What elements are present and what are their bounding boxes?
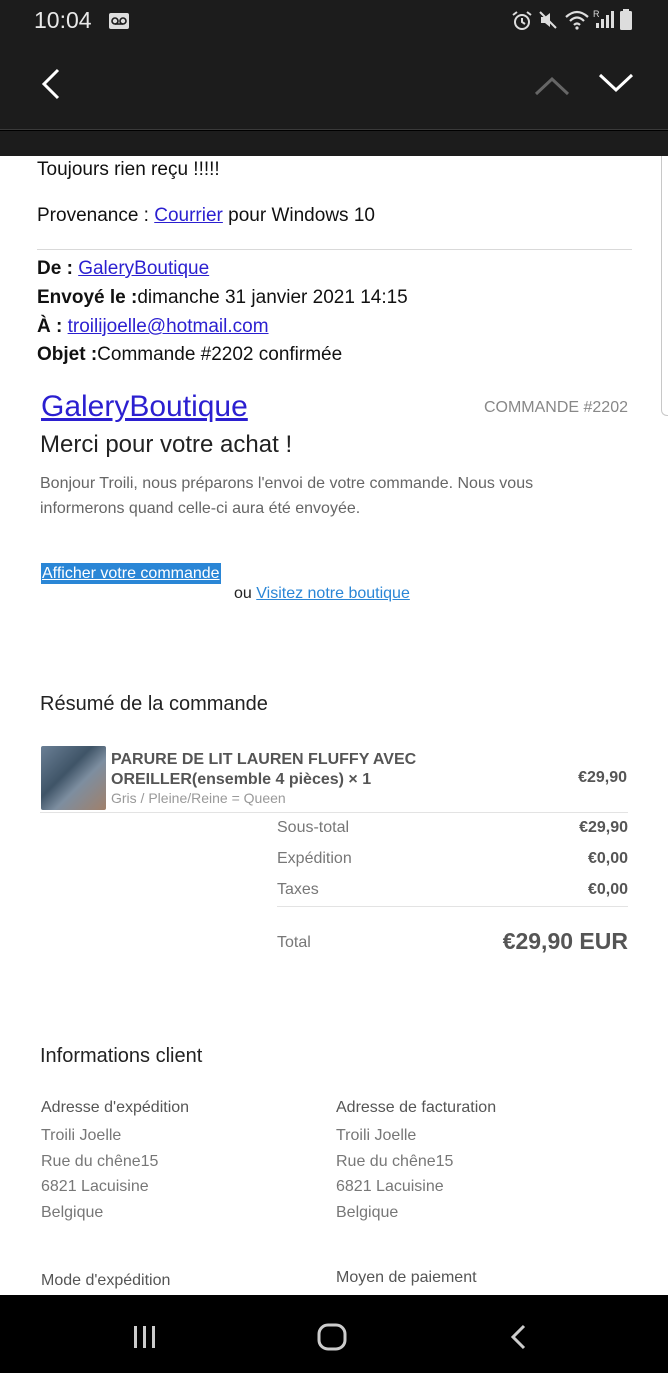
battery-icon (620, 9, 632, 30)
recents-icon[interactable] (132, 1324, 158, 1350)
visit-shop-link[interactable]: Visitez notre boutique (256, 585, 410, 602)
sent-value: dimanche 31 janvier 2021 14:15 (137, 287, 408, 308)
intro-text: Bonjour Troili, nous préparons l'envoi d… (40, 475, 534, 517)
billing-address-line: Troili Joelle (336, 1127, 417, 1144)
billing-address-line: 6821 Lacuisine (336, 1178, 444, 1195)
provenance-suffix: pour Windows 10 (222, 205, 375, 226)
billing-address-line: Rue du chêne15 (336, 1152, 454, 1170)
subject-line: Objet :Commande #2202 confirmée (37, 344, 342, 366)
voicemail-icon (109, 13, 129, 29)
status-time: 10:04 (34, 7, 92, 33)
mute-icon (539, 11, 557, 29)
scrollbar[interactable] (661, 156, 668, 416)
shipping-address-line: 6821 Lacuisine (41, 1178, 149, 1195)
email-content[interactable]: Toujours rien reçu !!!!! Provenance : Co… (0, 156, 668, 1295)
signal-icon: R (593, 9, 614, 28)
divider (277, 906, 628, 907)
back-arrow-icon[interactable] (38, 68, 64, 100)
to-line: À : troilijoelle@hotmail.com (37, 316, 269, 338)
wifi-icon (565, 10, 589, 30)
shipping-address-line: Belgique (41, 1203, 104, 1221)
billing-address: Troili Joelle Rue du chêne15 6821 Lacuis… (336, 1123, 453, 1225)
product-name: PARURE DE LIT LAUREN FLUFFY AVEC OREILLE… (111, 751, 417, 788)
thanks-heading: Merci pour votre achat ! (40, 431, 293, 458)
total-value: €29,90 EUR (502, 928, 628, 954)
back-icon[interactable] (509, 1324, 529, 1350)
shipping-address-title: Adresse d'expédition (41, 1099, 190, 1116)
header-spacer (0, 131, 668, 156)
shipping-label: Expédition (277, 850, 352, 867)
sent-line: Envoyé le :dimanche 31 janvier 2021 14:1… (37, 287, 408, 309)
chevron-down-icon[interactable] (597, 70, 635, 94)
sent-label: Envoyé le : (37, 287, 138, 308)
status-bar: 10:04 R (0, 0, 668, 40)
shipping-address: Troili Joelle Rue du chêne15 6821 Lacuis… (41, 1123, 158, 1225)
order-number: COMMANDE #2202 (483, 399, 628, 416)
navigation-bar (0, 1295, 668, 1373)
shipping-address-line: Troili Joelle (41, 1127, 122, 1144)
taxes-label: Taxes (277, 881, 319, 898)
billing-address-title: Adresse de facturation (336, 1099, 497, 1116)
total-label: Total (277, 934, 311, 951)
from-line: De : GaleryBoutique (37, 258, 209, 280)
chevron-up-icon[interactable] (533, 74, 571, 98)
taxes-value: €0,00 (587, 881, 628, 898)
product-variant: Gris / Pleine/Reine = Queen (111, 790, 286, 806)
courrier-link[interactable]: Courrier (154, 205, 223, 226)
shipping-address-line: Rue du chêne15 (41, 1152, 159, 1170)
view-order-button[interactable]: Afficher votre commande (41, 563, 221, 584)
from-link[interactable]: GaleryBoutique (78, 258, 209, 279)
subject-label: Objet : (37, 344, 98, 365)
provenance-prefix: Provenance : (37, 205, 155, 226)
to-email-link[interactable]: troilijoelle@hotmail.com (68, 316, 269, 337)
product-price: €29,90 (578, 769, 627, 786)
to-label: À : (37, 316, 68, 337)
summary-title: Résumé de la commande (40, 693, 268, 715)
app-bar (0, 40, 668, 130)
divider (37, 249, 632, 250)
billing-address-line: Belgique (336, 1203, 399, 1221)
svg-text:R: R (593, 9, 600, 19)
subtotal-row: Sous-total €29,90 (277, 819, 628, 837)
subtotal-value: €29,90 (579, 819, 628, 836)
reply-body: Toujours rien reçu !!!!! (37, 159, 220, 180)
from-label: De : (37, 258, 79, 279)
shipping-value: €0,00 (587, 850, 628, 867)
subtotal-label: Sous-total (277, 819, 350, 836)
home-icon[interactable] (317, 1323, 347, 1351)
brand-link[interactable]: GaleryBoutique (41, 390, 248, 424)
shipping-method-title: Mode d'expédition (41, 1272, 171, 1289)
product-image (41, 746, 106, 810)
payment-method-title: Moyen de paiement (336, 1269, 477, 1286)
customer-info-title: Informations client (40, 1045, 203, 1067)
subject-value: Commande #2202 confirmée (97, 344, 343, 365)
divider (40, 812, 628, 813)
or-line: ou Visitez notre boutique (234, 585, 410, 603)
provenance-line: Provenance : Courrier pour Windows 10 (37, 205, 375, 227)
shipping-row: Expédition €0,00 (277, 850, 628, 868)
taxes-row: Taxes €0,00 (277, 881, 628, 899)
alarm-icon (512, 11, 532, 30)
or-text: ou (234, 585, 257, 602)
